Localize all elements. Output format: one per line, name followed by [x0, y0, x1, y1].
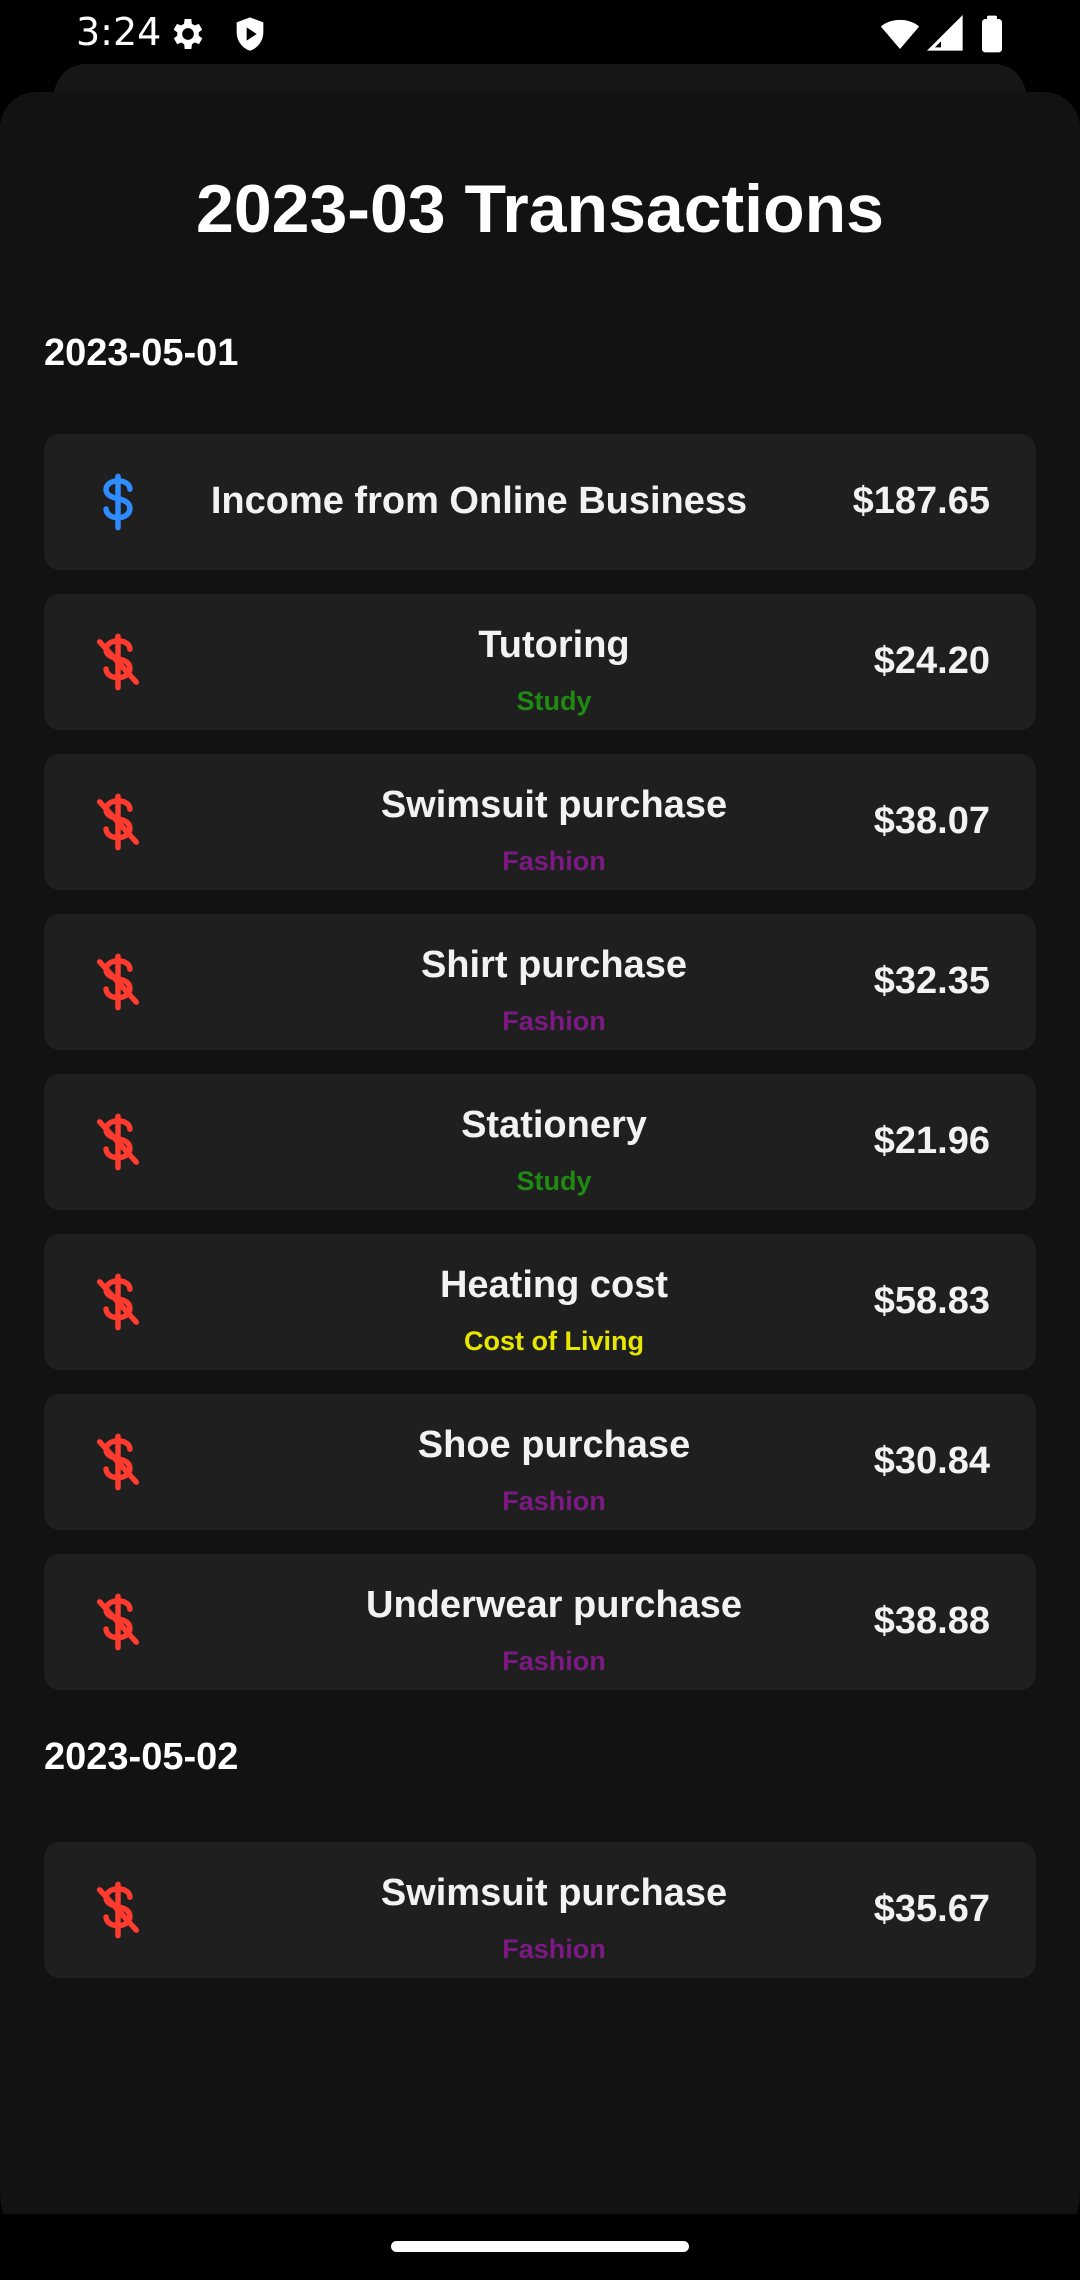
shield-play-icon: [236, 17, 264, 51]
transaction-name: Tutoring: [478, 624, 630, 666]
dollar-off-icon: [96, 1593, 140, 1651]
transaction-name: Heating cost: [439, 1264, 669, 1306]
transaction-name: Swimsuit purchase: [380, 784, 728, 826]
transaction-name: Underwear purchase: [366, 1584, 742, 1626]
dollar-off-icon: [96, 1433, 140, 1491]
status-bar: 3:24: [0, 0, 1080, 68]
wifi-icon: [880, 19, 920, 49]
transaction-category: Fashion: [502, 1934, 606, 1964]
dollar-off-icon: [96, 953, 140, 1011]
transaction-amount: $30.84: [873, 1440, 990, 1482]
transaction-card[interactable]: Stationery Study $21.96: [44, 1074, 1036, 1210]
dollar-icon: [103, 473, 133, 531]
transaction-category: Fashion: [502, 846, 606, 876]
transaction-name: Shoe purchase: [417, 1424, 691, 1466]
transaction-amount: $58.83: [873, 1280, 990, 1322]
transaction-amount: $38.88: [873, 1600, 990, 1642]
transaction-card[interactable]: Income from Online Business $187.65: [44, 434, 1036, 570]
transaction-amount: $38.07: [873, 800, 990, 842]
transaction-category: Fashion: [502, 1486, 606, 1516]
transaction-card[interactable]: Shoe purchase Fashion $30.84: [44, 1394, 1036, 1530]
dollar-off-icon: [96, 633, 140, 691]
transaction-name: Shirt purchase: [420, 944, 688, 986]
transaction-category: Fashion: [502, 1646, 606, 1676]
transaction-amount: $187.65: [852, 480, 990, 522]
battery-icon: [982, 15, 1002, 53]
transaction-category: Study: [516, 686, 592, 716]
dollar-off-icon: [96, 1113, 140, 1171]
transactions-sheet: 2023-03 Transactions 2023-05-01 Income f…: [0, 92, 1080, 2214]
transaction-category: Fashion: [502, 1006, 606, 1036]
dollar-off-icon: [96, 1273, 140, 1331]
status-time: 3:24: [76, 10, 162, 54]
date-header: 2023-05-02: [44, 1736, 239, 1778]
transaction-category: Cost of Living: [464, 1326, 644, 1356]
dollar-off-icon: [96, 1881, 140, 1939]
transaction-card[interactable]: Swimsuit purchase Fashion $35.67: [44, 1842, 1036, 1978]
transaction-amount: $32.35: [873, 960, 990, 1002]
transaction-name: Income from Online Business: [210, 480, 748, 522]
transaction-category: Study: [516, 1166, 592, 1196]
transaction-card[interactable]: Underwear purchase Fashion $38.88: [44, 1554, 1036, 1690]
transaction-amount: $35.67: [873, 1888, 990, 1930]
transaction-amount: $21.96: [873, 1120, 990, 1162]
dollar-off-icon: [96, 793, 140, 851]
date-header: 2023-05-01: [44, 332, 239, 374]
cellular-signal-icon: [926, 14, 963, 51]
transaction-card[interactable]: Swimsuit purchase Fashion $38.07: [44, 754, 1036, 890]
transaction-name: Stationery: [461, 1104, 647, 1146]
page-title: 2023-03 Transactions: [196, 171, 884, 247]
transaction-amount: $24.20: [873, 640, 990, 682]
gear-icon: [173, 19, 203, 49]
phone-screen: 3:24 2023-03 Transactions 2023-05-01 Inc…: [0, 0, 1080, 2280]
transaction-card[interactable]: Tutoring Study $24.20: [44, 594, 1036, 730]
transaction-name: Swimsuit purchase: [380, 1872, 728, 1914]
transaction-card[interactable]: Heating cost Cost of Living $58.83: [44, 1234, 1036, 1370]
home-indicator[interactable]: [391, 2241, 689, 2252]
transaction-card[interactable]: Shirt purchase Fashion $32.35: [44, 914, 1036, 1050]
